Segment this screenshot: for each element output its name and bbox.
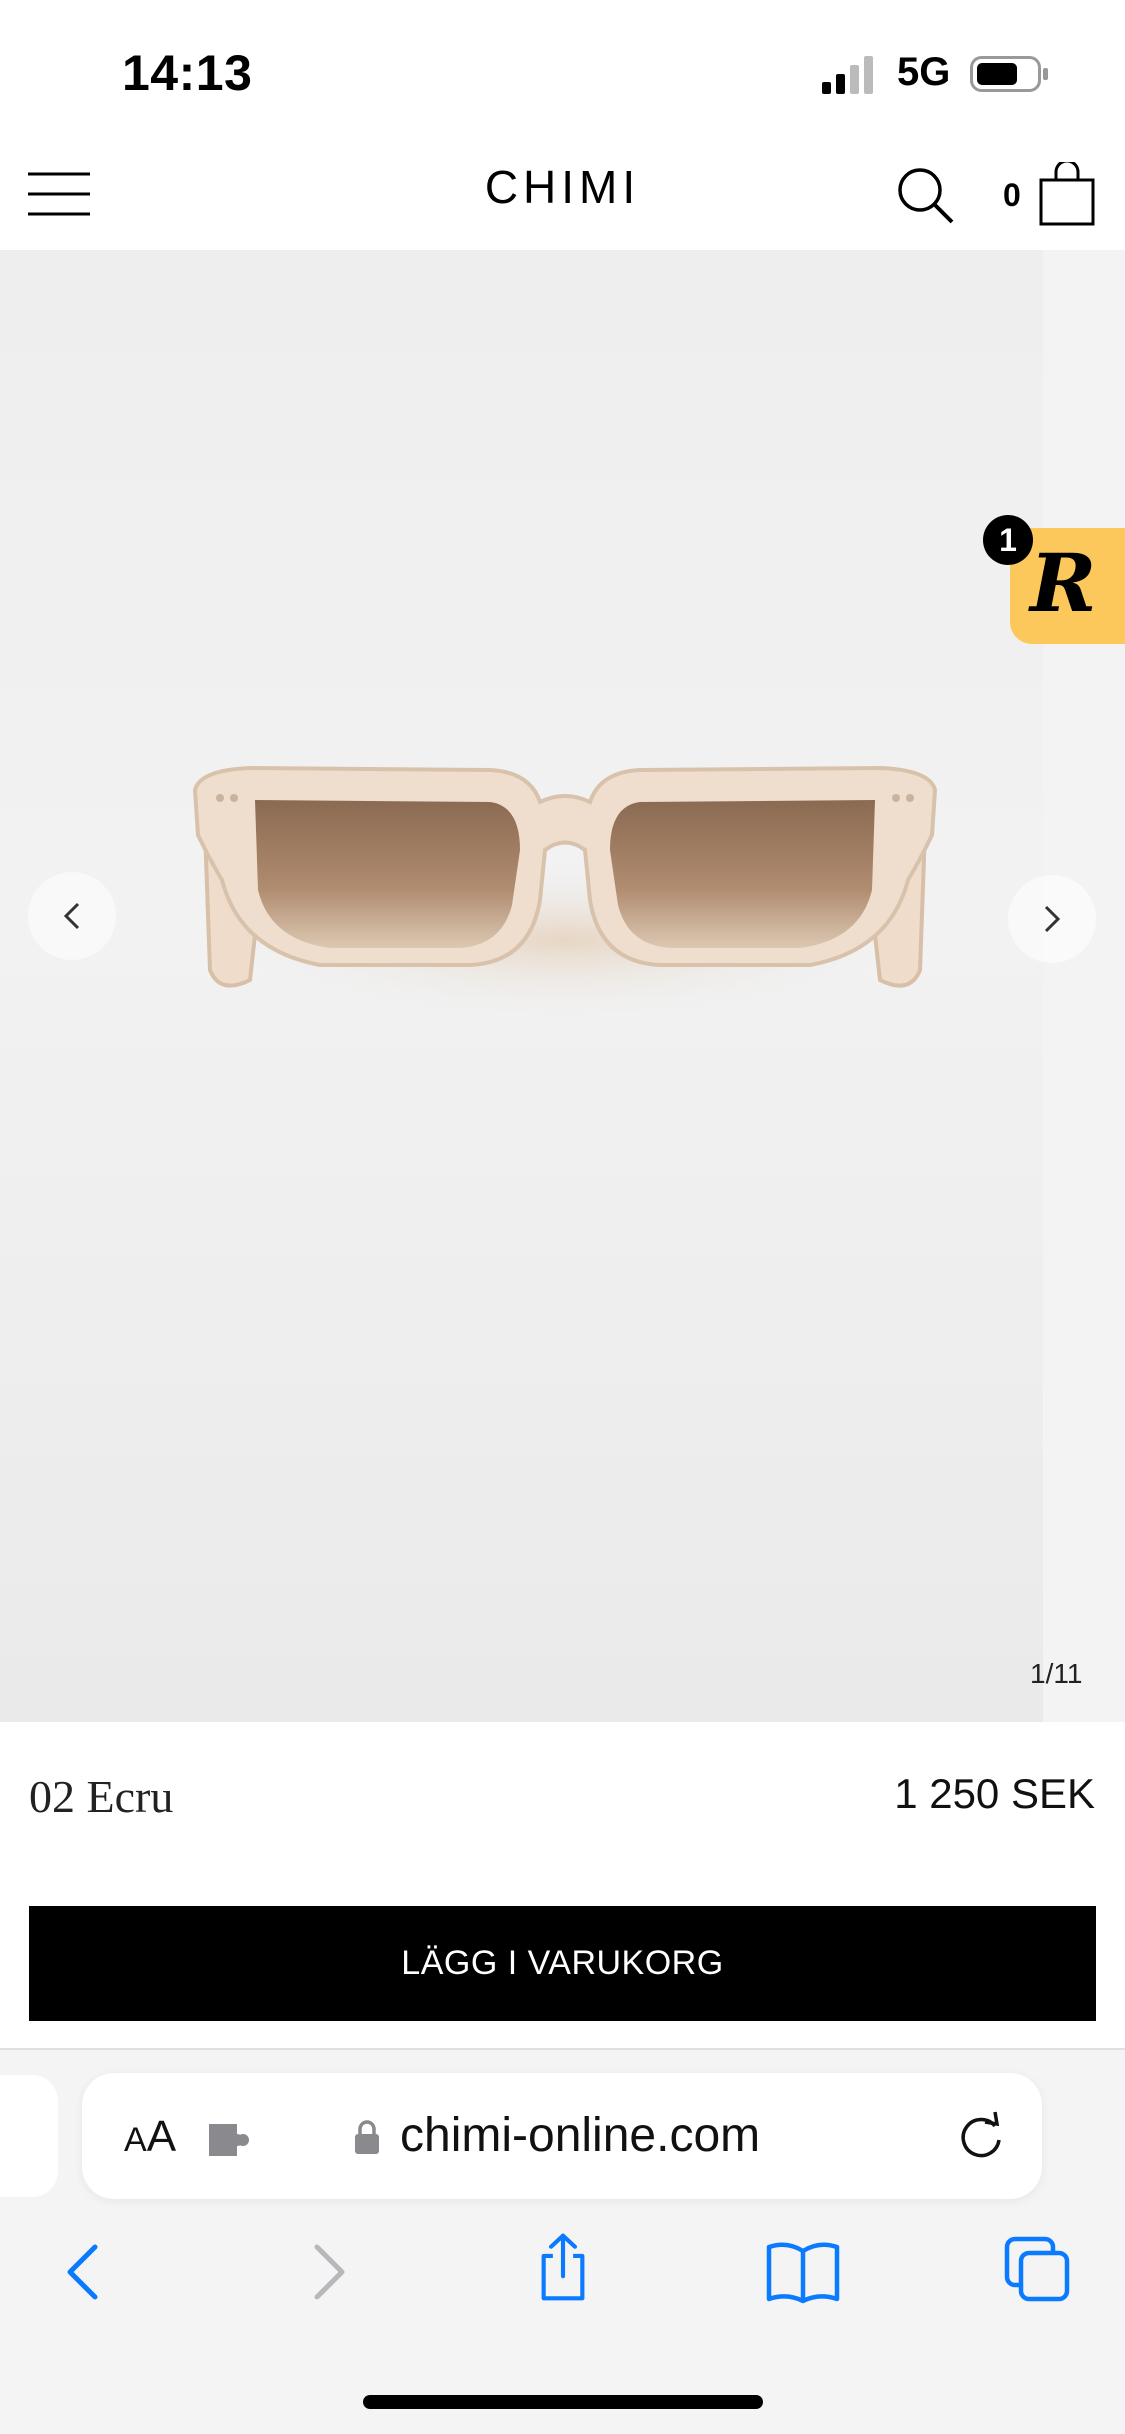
shopping-bag-icon[interactable]: [1038, 162, 1096, 226]
gallery-prev-button[interactable]: [28, 872, 116, 960]
bookmarks-icon[interactable]: [765, 2237, 841, 2307]
rewards-logo-icon: R: [1030, 536, 1097, 630]
rewards-notification-badge: 1: [983, 515, 1033, 565]
share-icon[interactable]: [528, 2232, 598, 2302]
product-variant-name: 02 Ecru: [29, 1771, 174, 1822]
battery-icon: [970, 56, 1048, 92]
extension-icon[interactable]: [205, 2118, 255, 2162]
status-time: 14:13: [122, 45, 253, 101]
search-icon[interactable]: [895, 165, 955, 225]
gallery-next-button[interactable]: [1008, 875, 1096, 963]
network-label: 5G: [897, 50, 951, 94]
text-size-small-label: A: [124, 2121, 147, 2159]
lock-icon: [355, 2120, 379, 2154]
signal-icon: [822, 56, 873, 94]
text-size-button[interactable]: AA: [124, 2112, 176, 2162]
cart-count[interactable]: 0: [1003, 177, 1021, 214]
url-text[interactable]: chimi-online.com: [400, 2108, 760, 2163]
chevron-left-icon: [63, 902, 80, 930]
chevron-right-icon: [1044, 905, 1061, 933]
gallery-next-slide-peek: [1043, 250, 1125, 1722]
text-size-large-label: A: [146, 2112, 177, 2161]
reload-icon[interactable]: [955, 2110, 1007, 2162]
forward-icon[interactable]: [292, 2237, 362, 2307]
home-indicator[interactable]: [363, 2395, 763, 2409]
gallery-counter: 1/11: [1030, 1658, 1083, 1689]
back-icon[interactable]: [50, 2237, 120, 2307]
previous-tab-peek[interactable]: [0, 2075, 58, 2197]
brand-logo[interactable]: CHIMI: [0, 160, 1125, 214]
tabs-icon[interactable]: [1003, 2235, 1073, 2305]
product-image-sunglasses: [192, 765, 938, 1020]
product-price: 1 250 SEK: [894, 1770, 1095, 1817]
add-to-cart-button[interactable]: LÄGG I VARUKORG: [29, 1906, 1096, 2021]
